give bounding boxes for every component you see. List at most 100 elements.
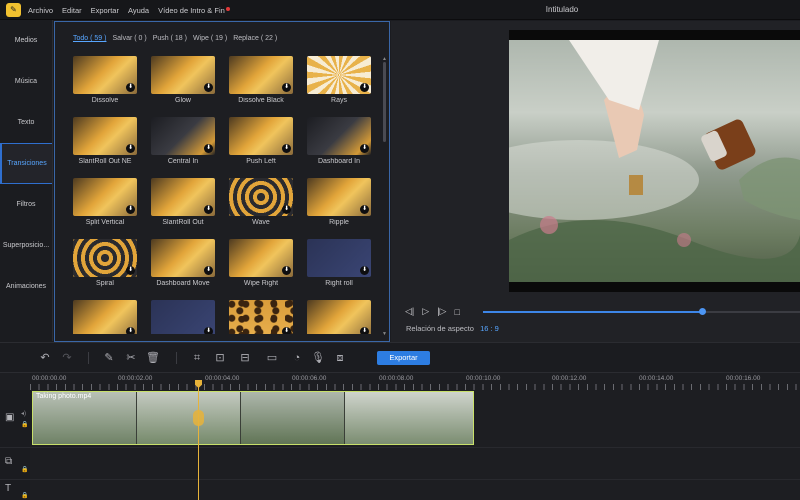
transition-item[interactable]: ⬇: [73, 300, 137, 334]
transition-item[interactable]: ⬇ Dissolve: [73, 56, 137, 112]
undo-icon[interactable]: ↶: [38, 351, 52, 365]
scissors-icon[interactable]: ✂: [124, 351, 138, 365]
panel-scrollbar[interactable]: [383, 62, 386, 142]
transition-item[interactable]: ⬇ Dashboard Move: [151, 239, 215, 295]
lock-icon[interactable]: 🔒: [21, 421, 28, 428]
download-icon[interactable]: ⬇: [126, 144, 135, 153]
step-forward-icon[interactable]: |▷: [437, 306, 446, 317]
transition-item[interactable]: ⬇: [307, 300, 371, 334]
step-back-icon[interactable]: ◁|: [405, 306, 414, 317]
menu-item-exportar[interactable]: Exportar: [91, 6, 119, 15]
scroll-down-icon[interactable]: ▼: [382, 331, 387, 337]
crop-icon[interactable]: ⌗: [190, 351, 204, 365]
menu-item-intro[interactable]: Vídeo de Intro & Fin: [158, 6, 230, 15]
transition-item[interactable]: ⬇: [229, 300, 293, 334]
download-icon[interactable]: ⬇: [282, 205, 291, 214]
filter-tab-wipe[interactable]: Wipe ( 19 ): [193, 35, 227, 42]
download-icon[interactable]: ⬇: [204, 83, 213, 92]
playback-progress[interactable]: [483, 308, 800, 315]
stop-icon[interactable]: □: [454, 307, 459, 317]
transition-thumbnail[interactable]: ⬇: [307, 239, 371, 277]
transition-item[interactable]: ⬇ Rays: [307, 56, 371, 112]
transition-item[interactable]: ⬇ Dashboard In: [307, 117, 371, 173]
transition-thumbnail[interactable]: ⬇: [229, 117, 293, 155]
download-icon[interactable]: ⬇: [204, 327, 213, 334]
transition-thumbnail[interactable]: ⬇: [151, 56, 215, 94]
download-icon[interactable]: ⬇: [204, 144, 213, 153]
transition-item[interactable]: ⬇ Ripple: [307, 178, 371, 234]
download-icon[interactable]: ⬇: [204, 266, 213, 275]
transition-thumbnail[interactable]: ⬇: [73, 56, 137, 94]
sidebar-item-filtros[interactable]: Filtros: [0, 184, 52, 225]
transition-thumbnail[interactable]: ⬇: [307, 56, 371, 94]
resize-icon[interactable]: ⊡: [213, 351, 227, 365]
sidebar-item-superposiciones[interactable]: Superposicio...: [0, 225, 52, 266]
download-icon[interactable]: ⬇: [204, 205, 213, 214]
download-icon[interactable]: ⬇: [126, 327, 135, 334]
transition-thumbnail[interactable]: ⬇: [73, 300, 137, 334]
screenshot-icon[interactable]: ⧈: [333, 351, 347, 365]
menu-item-archivo[interactable]: Archivo: [28, 6, 53, 15]
playhead-line[interactable]: [198, 381, 199, 500]
transition-thumbnail[interactable]: ⬇: [307, 300, 371, 334]
sidebar-item-musica[interactable]: Música: [0, 61, 52, 102]
transition-thumbnail[interactable]: ⬇: [307, 117, 371, 155]
transition-thumbnail[interactable]: ⬇: [229, 178, 293, 216]
freeze-frame-icon[interactable]: ▭: [265, 351, 279, 365]
download-icon[interactable]: ⬇: [360, 144, 369, 153]
lock-icon[interactable]: 🔒: [21, 492, 28, 499]
redo-icon[interactable]: ↷: [60, 351, 74, 365]
filter-tab-salvar[interactable]: Salvar ( 0 ): [112, 35, 146, 42]
download-icon[interactable]: ⬇: [282, 83, 291, 92]
download-icon[interactable]: ⬇: [360, 83, 369, 92]
transition-item[interactable]: ⬇ Central In: [151, 117, 215, 173]
transition-item[interactable]: ⬇ Split Vertical: [73, 178, 137, 234]
transition-item[interactable]: ⬇ Push Left: [229, 117, 293, 173]
transition-item[interactable]: ⬇ Glow: [151, 56, 215, 112]
download-icon[interactable]: ⬇: [360, 205, 369, 214]
lock-icon[interactable]: 🔒: [21, 466, 28, 473]
transition-item[interactable]: ⬇ Dissolve Black: [229, 56, 293, 112]
sidebar-item-texto[interactable]: Texto: [0, 102, 52, 143]
transition-thumbnail[interactable]: ⬇: [307, 178, 371, 216]
transition-item[interactable]: ⬇ Wave: [229, 178, 293, 234]
play-icon[interactable]: ▷: [422, 306, 429, 317]
export-button[interactable]: Exportar: [377, 351, 430, 365]
speed-icon[interactable]: ◔: [290, 351, 304, 365]
download-icon[interactable]: ⬇: [126, 266, 135, 275]
transition-item[interactable]: ⬇ Spiral: [73, 239, 137, 295]
trash-icon[interactable]: 🗑: [146, 351, 160, 365]
filter-tab-todo[interactable]: Todo ( 59 ): [73, 35, 106, 42]
download-icon[interactable]: ⬇: [360, 327, 369, 334]
menu-item-ayuda[interactable]: Ayuda: [128, 6, 149, 15]
aspect-ratio-value[interactable]: 16 : 9: [480, 324, 499, 333]
transition-thumbnail[interactable]: ⬇: [229, 239, 293, 277]
filter-tab-push[interactable]: Push ( 18 ): [153, 35, 187, 42]
download-icon[interactable]: ⬇: [282, 266, 291, 275]
video-clip[interactable]: Taking photo.mp4: [32, 391, 474, 445]
microphone-icon[interactable]: 🎙: [311, 351, 325, 365]
transition-item[interactable]: ⬇: [151, 300, 215, 334]
menu-item-editar[interactable]: Editar: [62, 6, 82, 15]
transition-thumbnail[interactable]: ⬇: [151, 117, 215, 155]
speaker-icon[interactable]: ◂): [21, 410, 26, 417]
transition-thumbnail[interactable]: ⬇: [151, 300, 215, 334]
transition-item[interactable]: ⬇ SlantRoll Out: [151, 178, 215, 234]
download-icon[interactable]: ⬇: [360, 266, 369, 275]
pen-icon[interactable]: ✎: [102, 351, 116, 365]
transition-thumbnail[interactable]: ⬇: [229, 56, 293, 94]
sidebar-item-animaciones[interactable]: Animaciones: [0, 266, 52, 307]
filter-tab-replace[interactable]: Replace ( 22 ): [233, 35, 277, 42]
sidebar-item-transiciones[interactable]: Transiciones: [0, 143, 52, 184]
transition-item[interactable]: ⬇ Wipe Right: [229, 239, 293, 295]
transition-thumbnail[interactable]: ⬇: [73, 178, 137, 216]
transition-thumbnail[interactable]: ⬇: [73, 239, 137, 277]
download-icon[interactable]: ⬇: [282, 327, 291, 334]
download-icon[interactable]: ⬇: [126, 205, 135, 214]
progress-knob[interactable]: [698, 308, 706, 315]
download-icon[interactable]: ⬇: [126, 83, 135, 92]
transition-thumbnail[interactable]: ⬇: [151, 178, 215, 216]
transition-item[interactable]: ⬇ SlantRoll Out NE: [73, 117, 137, 173]
transition-thumbnail[interactable]: ⬇: [151, 239, 215, 277]
playhead-marker[interactable]: [193, 410, 204, 426]
